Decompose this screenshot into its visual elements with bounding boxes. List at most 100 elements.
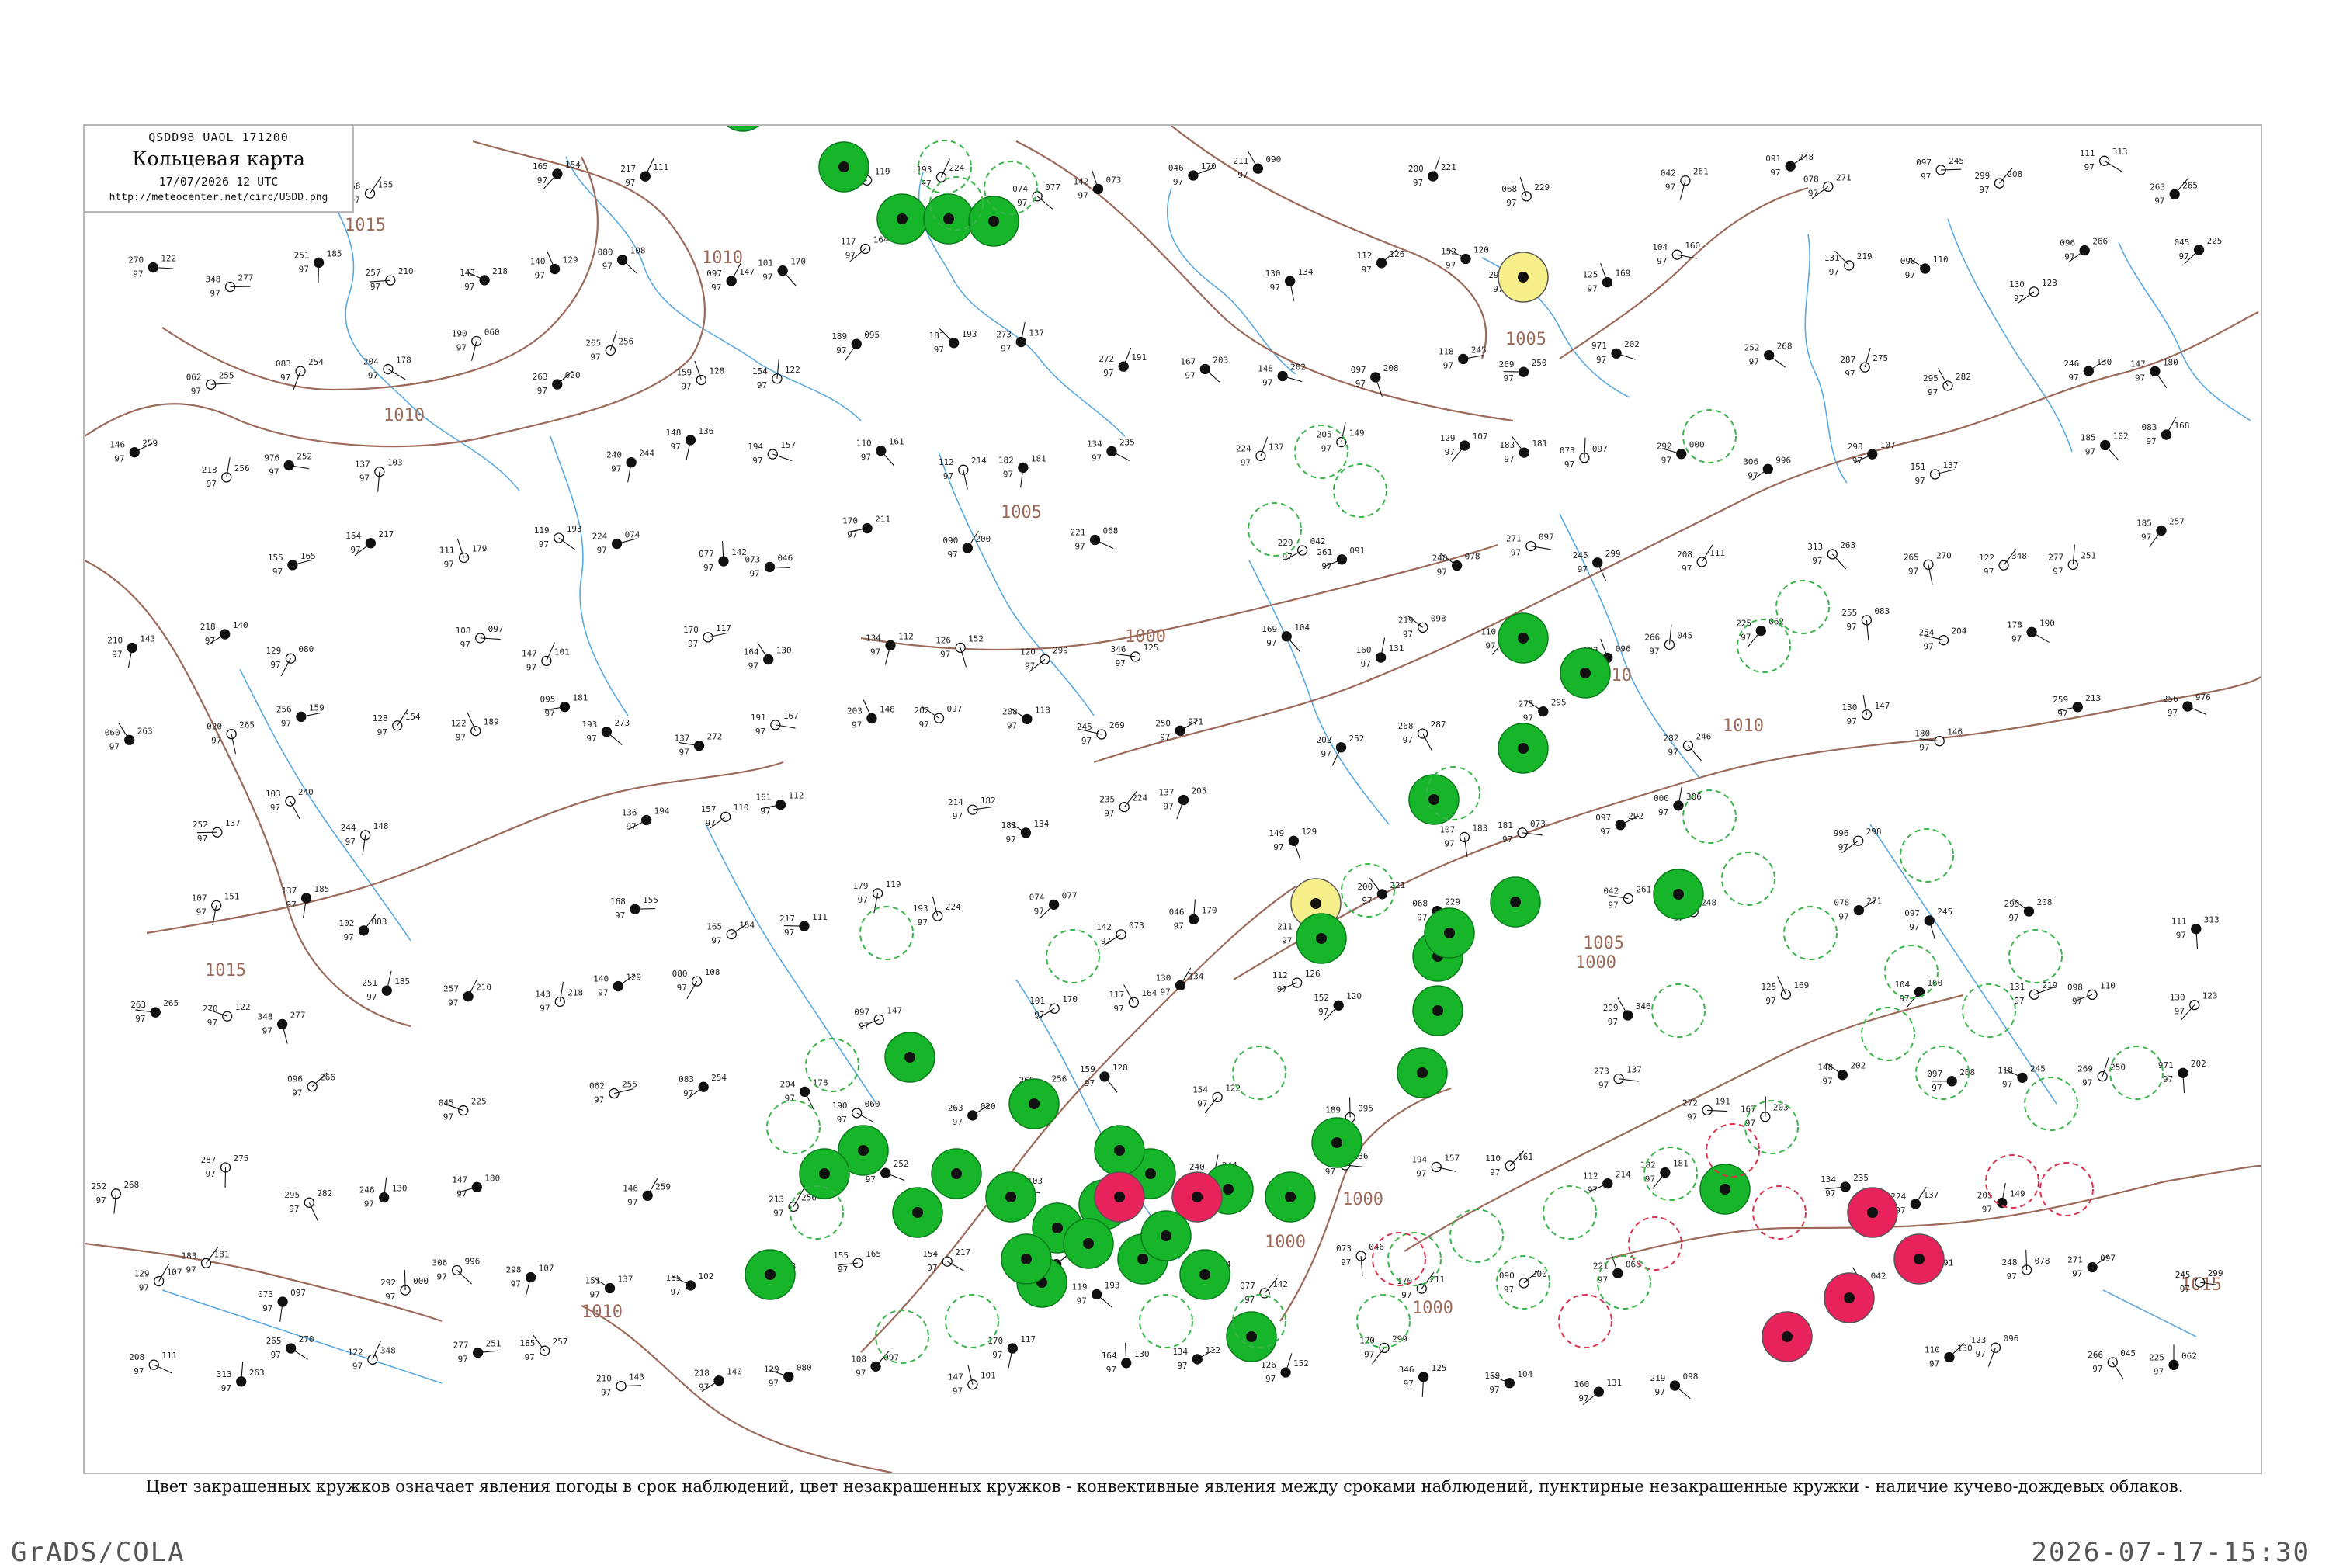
station-value: 97	[207, 479, 217, 489]
station-value: 273	[614, 718, 630, 728]
station-plot: 15516597	[268, 551, 316, 577]
station-value: 074	[1029, 892, 1045, 902]
station-value: 270	[299, 1334, 314, 1344]
station-value: 257	[553, 1337, 568, 1347]
station-value: 282	[1956, 372, 1971, 382]
station-value: 298	[1866, 827, 1882, 837]
station-value: 97	[186, 1264, 196, 1275]
station-value: 97	[1034, 906, 1044, 916]
station-value: 083	[276, 359, 291, 369]
station-value: 97	[2057, 709, 2067, 719]
station-plot: 06822997	[1501, 177, 1550, 208]
station-marker	[1674, 801, 1683, 810]
wind-barb	[1124, 985, 1134, 1003]
station-value: 97	[537, 386, 547, 396]
station-value: 97	[112, 649, 122, 659]
station-plot: 18218197	[998, 453, 1046, 487]
station-plot: 12029997	[1359, 1334, 1407, 1364]
station-value: 117	[841, 236, 856, 246]
station-value: 080	[298, 644, 314, 654]
station-value: 143	[460, 268, 475, 278]
station-plot: 11016197	[1485, 1151, 1533, 1178]
station-plot: 04617097	[1169, 899, 1217, 931]
station-value: 073	[1106, 175, 1122, 185]
station-value: 118	[1035, 705, 1050, 715]
legend-caption: Цвет закрашенных кружков означает явлени…	[0, 1477, 2329, 1496]
station-value: 111	[1709, 548, 1725, 558]
station-plot: 11221497	[939, 456, 987, 489]
wind-barb	[291, 1348, 308, 1359]
station-value: 140	[233, 620, 248, 630]
station-plot: 15421797	[922, 1247, 970, 1273]
wind-barb	[1037, 196, 1053, 210]
station-plot: 13718597	[282, 884, 330, 918]
station-value: 155	[833, 1251, 849, 1261]
station-plot: 16013197	[1356, 637, 1404, 669]
station-value: 211	[875, 515, 890, 525]
station-value: 202	[1850, 1061, 1866, 1071]
station-plot: 15113797	[1911, 460, 1959, 486]
station-plot: 15711097	[701, 803, 749, 829]
wind-barb	[1105, 1077, 1117, 1092]
station-value: 97	[359, 474, 370, 484]
station-value: 122	[161, 254, 176, 264]
wind-barb	[388, 369, 405, 380]
station-value: 170	[683, 625, 699, 635]
station-value: 97	[1645, 1174, 1655, 1185]
station-value: 240	[1189, 1162, 1205, 1172]
station-value: 97	[2154, 196, 2164, 206]
station-value: 110	[1925, 1345, 1940, 1355]
weather-circle-dashed	[946, 1295, 998, 1348]
station-value: 97	[1341, 1258, 1351, 1268]
station-value: 277	[2048, 552, 2063, 562]
station-plot: 18218197	[1640, 1159, 1689, 1189]
station-value: 107	[1880, 440, 1896, 450]
station-plot: 09020097	[1499, 1269, 1547, 1295]
station-value: 210	[107, 635, 123, 645]
river	[2119, 242, 2251, 421]
station-plot: 07407797	[1012, 182, 1060, 210]
station-value: 136	[699, 426, 714, 436]
station-value: 154	[405, 712, 421, 722]
station-plot: 14625997	[623, 1178, 671, 1208]
station-value: 151	[1911, 462, 1926, 472]
station-value: 97	[1687, 1112, 1697, 1122]
station-value: 161	[1518, 1152, 1533, 1162]
station-value: 200	[1357, 882, 1373, 892]
footer-software: GrADS/COLA	[11, 1537, 186, 1568]
weather-circle-dashed	[2025, 1077, 2077, 1130]
station-plot: 16815597	[610, 895, 658, 921]
station-marker	[1510, 897, 1521, 907]
station-marker	[1782, 1331, 1793, 1342]
station-value: 97	[1506, 198, 1516, 208]
station-plot: 12234897	[1979, 549, 2027, 577]
station-plot: 27725197	[453, 1339, 502, 1365]
station-marker	[1844, 1292, 1855, 1303]
station-value: 97	[1523, 713, 1533, 723]
station-plot: 17011797	[683, 623, 731, 649]
station-value: 97	[377, 727, 387, 737]
station-value: 167	[1180, 356, 1196, 366]
station-marker	[1029, 1098, 1040, 1109]
station-value: 97	[1273, 842, 1283, 852]
station-plot: 27109797	[1506, 532, 1554, 558]
station-value: 295	[1923, 373, 1939, 383]
station-value: 97	[2175, 1007, 2185, 1017]
station-value: 137	[225, 818, 241, 828]
station-value: 164	[744, 647, 759, 657]
weather-circle-dashed	[767, 1101, 820, 1153]
station-value: 97	[444, 559, 454, 569]
station-marker	[1223, 1184, 1234, 1195]
station-value: 020	[565, 370, 581, 380]
station-value: 219	[1857, 252, 1873, 262]
station-value: 122	[451, 719, 467, 729]
river	[939, 452, 1094, 716]
station-value: 217	[955, 1247, 970, 1258]
station-plot: 10416097	[1652, 241, 1700, 266]
station-value: 97	[598, 988, 608, 998]
station-value: 97	[627, 1197, 637, 1207]
station-value: 251	[294, 250, 310, 260]
station-value: 97	[1077, 1296, 1087, 1306]
station-value: 134	[1087, 439, 1102, 449]
station-marker	[988, 216, 999, 227]
